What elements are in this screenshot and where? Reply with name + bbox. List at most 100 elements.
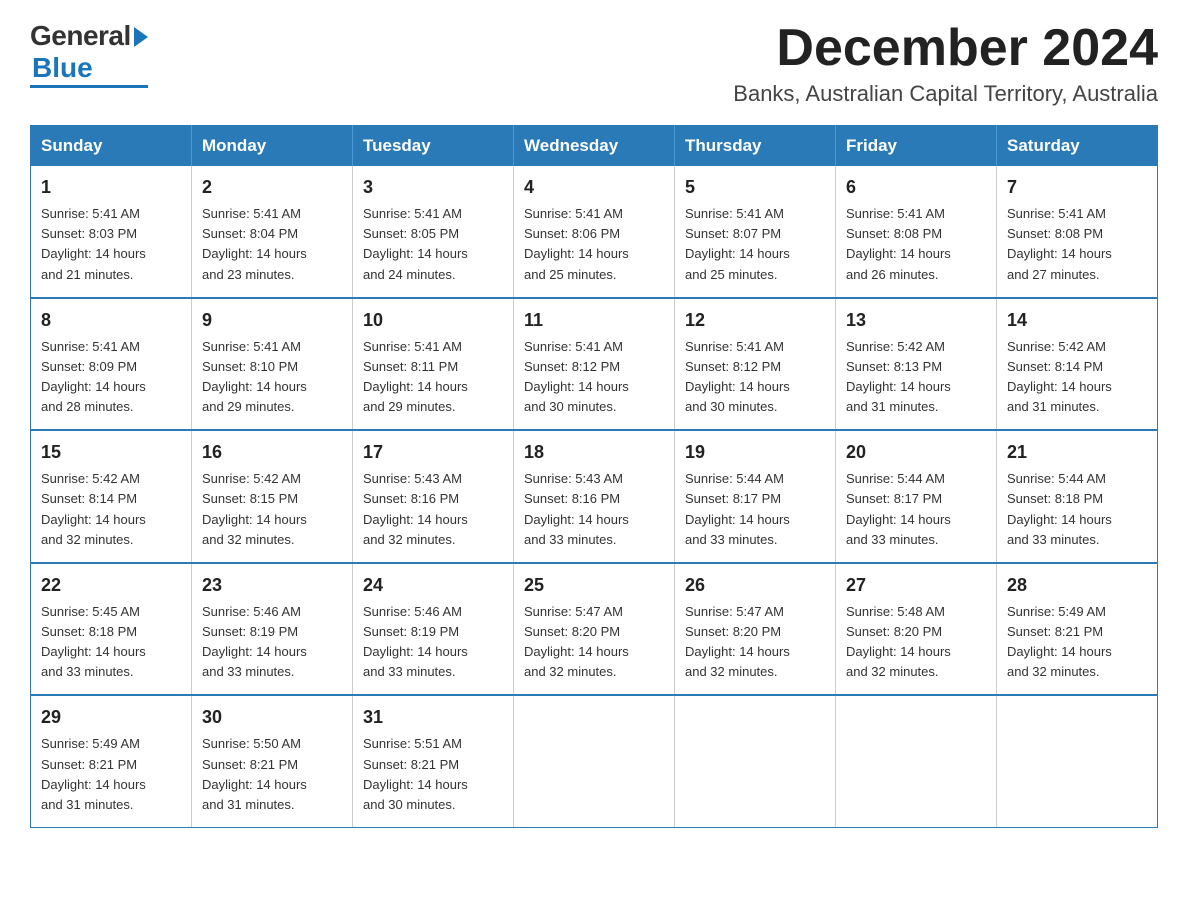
day-number: 13 (846, 307, 986, 334)
day-number: 17 (363, 439, 503, 466)
logo: General Blue (30, 20, 148, 88)
table-row: 27 Sunrise: 5:48 AMSunset: 8:20 PMDayligh… (836, 563, 997, 696)
day-info: Sunrise: 5:41 AMSunset: 8:09 PMDaylight:… (41, 337, 181, 418)
table-row: 21Sunrise: 5:44 AMSunset: 8:18 PMDayligh… (997, 430, 1158, 563)
calendar-week-row: 1 Sunrise: 5:41 AMSunset: 8:03 PMDaylight… (31, 166, 1158, 298)
day-info: Sunrise: 5:41 AMSunset: 8:11 PMDaylight:… (363, 337, 503, 418)
header-sunday: Sunday (31, 126, 192, 167)
day-info: Sunrise: 5:42 AMSunset: 8:15 PMDaylight:… (202, 469, 342, 550)
day-info: Sunrise: 5:41 AMSunset: 8:08 PMDaylight:… (1007, 204, 1147, 285)
day-number: 16 (202, 439, 342, 466)
table-row: 28 Sunrise: 5:49 AMSunset: 8:21 PMDayligh… (997, 563, 1158, 696)
day-number: 4 (524, 174, 664, 201)
day-number: 28 (1007, 572, 1147, 599)
header-saturday: Saturday (997, 126, 1158, 167)
logo-general-text: General (30, 20, 131, 52)
title-area: December 2024 Banks, Australian Capital … (733, 20, 1158, 107)
header-friday: Friday (836, 126, 997, 167)
table-row (997, 695, 1158, 827)
day-info: Sunrise: 5:46 AMSunset: 8:19 PMDaylight:… (202, 602, 342, 683)
table-row: 12 Sunrise: 5:41 AMSunset: 8:12 PMDayligh… (675, 298, 836, 431)
day-number: 19 (685, 439, 825, 466)
day-number: 14 (1007, 307, 1147, 334)
day-info: Sunrise: 5:41 AMSunset: 8:12 PMDaylight:… (524, 337, 664, 418)
day-number: 6 (846, 174, 986, 201)
day-number: 9 (202, 307, 342, 334)
day-info: Sunrise: 5:50 AMSunset: 8:21 PMDaylight:… (202, 734, 342, 815)
table-row: 24 Sunrise: 5:46 AMSunset: 8:19 PMDayligh… (353, 563, 514, 696)
day-info: Sunrise: 5:42 AMSunset: 8:14 PMDaylight:… (1007, 337, 1147, 418)
table-row: 31Sunrise: 5:51 AMSunset: 8:21 PMDayligh… (353, 695, 514, 827)
table-row: 25 Sunrise: 5:47 AMSunset: 8:20 PMDayligh… (514, 563, 675, 696)
table-row (836, 695, 997, 827)
header-row: Sunday Monday Tuesday Wednesday Thursday… (31, 126, 1158, 167)
table-row: 22Sunrise: 5:45 AMSunset: 8:18 PMDayligh… (31, 563, 192, 696)
day-number: 5 (685, 174, 825, 201)
table-row: 9Sunrise: 5:41 AMSunset: 8:10 PMDaylight… (192, 298, 353, 431)
day-number: 24 (363, 572, 503, 599)
day-number: 15 (41, 439, 181, 466)
day-number: 11 (524, 307, 664, 334)
table-row: 16 Sunrise: 5:42 AMSunset: 8:15 PMDayligh… (192, 430, 353, 563)
table-row: 30 Sunrise: 5:50 AMSunset: 8:21 PMDayligh… (192, 695, 353, 827)
day-number: 20 (846, 439, 986, 466)
table-row: 11 Sunrise: 5:41 AMSunset: 8:12 PMDayligh… (514, 298, 675, 431)
day-number: 10 (363, 307, 503, 334)
table-row: 1 Sunrise: 5:41 AMSunset: 8:03 PMDaylight… (31, 166, 192, 298)
day-info: Sunrise: 5:42 AMSunset: 8:14 PMDaylight:… (41, 469, 181, 550)
day-info: Sunrise: 5:46 AMSunset: 8:19 PMDaylight:… (363, 602, 503, 683)
day-info: Sunrise: 5:45 AMSunset: 8:18 PMDaylight:… (41, 602, 181, 683)
day-number: 8 (41, 307, 181, 334)
day-info: Sunrise: 5:41 AMSunset: 8:03 PMDaylight:… (41, 204, 181, 285)
day-number: 23 (202, 572, 342, 599)
day-info: Sunrise: 5:41 AMSunset: 8:12 PMDaylight:… (685, 337, 825, 418)
day-info: Sunrise: 5:41 AMSunset: 8:04 PMDaylight:… (202, 204, 342, 285)
table-row: 4 Sunrise: 5:41 AMSunset: 8:06 PMDaylight… (514, 166, 675, 298)
table-row: 26 Sunrise: 5:47 AMSunset: 8:20 PMDayligh… (675, 563, 836, 696)
day-number: 3 (363, 174, 503, 201)
day-info: Sunrise: 5:47 AMSunset: 8:20 PMDaylight:… (685, 602, 825, 683)
day-info: Sunrise: 5:51 AMSunset: 8:21 PMDaylight:… (363, 734, 503, 815)
header-thursday: Thursday (675, 126, 836, 167)
logo-underline (30, 85, 148, 88)
header-monday: Monday (192, 126, 353, 167)
day-number: 27 (846, 572, 986, 599)
day-info: Sunrise: 5:43 AMSunset: 8:16 PMDaylight:… (363, 469, 503, 550)
table-row: 5 Sunrise: 5:41 AMSunset: 8:07 PMDaylight… (675, 166, 836, 298)
logo-arrow-icon (134, 27, 148, 47)
table-row: 3Sunrise: 5:41 AMSunset: 8:05 PMDaylight… (353, 166, 514, 298)
day-number: 2 (202, 174, 342, 201)
day-info: Sunrise: 5:48 AMSunset: 8:20 PMDaylight:… (846, 602, 986, 683)
day-info: Sunrise: 5:44 AMSunset: 8:17 PMDaylight:… (685, 469, 825, 550)
day-info: Sunrise: 5:49 AMSunset: 8:21 PMDaylight:… (1007, 602, 1147, 683)
day-number: 26 (685, 572, 825, 599)
table-row: 20Sunrise: 5:44 AMSunset: 8:17 PMDayligh… (836, 430, 997, 563)
day-number: 1 (41, 174, 181, 201)
table-row (514, 695, 675, 827)
table-row: 14 Sunrise: 5:42 AMSunset: 8:14 PMDayligh… (997, 298, 1158, 431)
day-number: 25 (524, 572, 664, 599)
table-row: 2 Sunrise: 5:41 AMSunset: 8:04 PMDaylight… (192, 166, 353, 298)
day-number: 30 (202, 704, 342, 731)
page-header: General Blue December 2024 Banks, Austra… (30, 20, 1158, 107)
day-number: 18 (524, 439, 664, 466)
day-number: 12 (685, 307, 825, 334)
table-row: 7 Sunrise: 5:41 AMSunset: 8:08 PMDaylight… (997, 166, 1158, 298)
location-title: Banks, Australian Capital Territory, Aus… (733, 81, 1158, 107)
day-info: Sunrise: 5:41 AMSunset: 8:06 PMDaylight:… (524, 204, 664, 285)
table-row: 10 Sunrise: 5:41 AMSunset: 8:11 PMDayligh… (353, 298, 514, 431)
day-info: Sunrise: 5:41 AMSunset: 8:07 PMDaylight:… (685, 204, 825, 285)
header-tuesday: Tuesday (353, 126, 514, 167)
day-info: Sunrise: 5:49 AMSunset: 8:21 PMDaylight:… (41, 734, 181, 815)
calendar-week-row: 8 Sunrise: 5:41 AMSunset: 8:09 PMDaylight… (31, 298, 1158, 431)
day-info: Sunrise: 5:47 AMSunset: 8:20 PMDaylight:… (524, 602, 664, 683)
table-row: 23 Sunrise: 5:46 AMSunset: 8:19 PMDayligh… (192, 563, 353, 696)
calendar-week-row: 22Sunrise: 5:45 AMSunset: 8:18 PMDayligh… (31, 563, 1158, 696)
day-info: Sunrise: 5:42 AMSunset: 8:13 PMDaylight:… (846, 337, 986, 418)
table-row (675, 695, 836, 827)
day-number: 7 (1007, 174, 1147, 201)
table-row: 17 Sunrise: 5:43 AMSunset: 8:16 PMDayligh… (353, 430, 514, 563)
table-row: 19 Sunrise: 5:44 AMSunset: 8:17 PMDayligh… (675, 430, 836, 563)
day-number: 29 (41, 704, 181, 731)
table-row: 6Sunrise: 5:41 AMSunset: 8:08 PMDaylight… (836, 166, 997, 298)
